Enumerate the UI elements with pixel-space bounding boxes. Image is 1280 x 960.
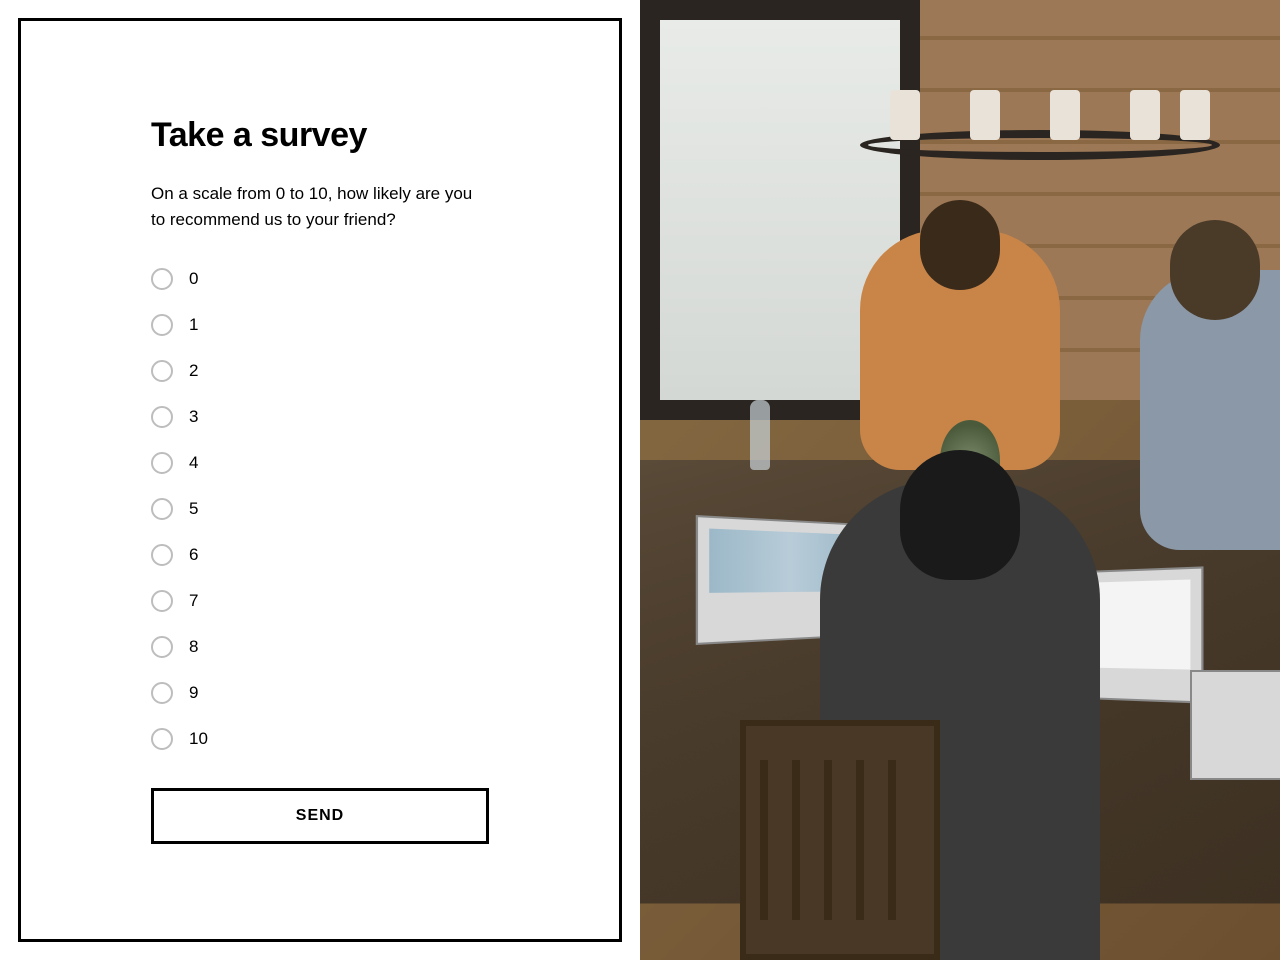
survey-question: On a scale from 0 to 10, how likely are … [151,181,489,234]
radio-label: 0 [189,269,198,289]
radio-option-8[interactable]: 8 [151,636,489,658]
radio-circle-icon [151,314,173,336]
radio-label: 2 [189,361,198,381]
radio-label: 5 [189,499,198,519]
radio-option-9[interactable]: 9 [151,682,489,704]
photo-scene [640,0,1280,960]
radio-option-5[interactable]: 5 [151,498,489,520]
radio-option-6[interactable]: 6 [151,544,489,566]
radio-circle-icon [151,544,173,566]
hero-image [640,0,1280,960]
survey-title: Take a survey [151,116,489,155]
radio-circle-icon [151,590,173,612]
radio-label: 8 [189,637,198,657]
radio-label: 6 [189,545,198,565]
radio-circle-icon [151,360,173,382]
radio-group: 0 1 2 3 4 5 6 [151,268,489,750]
radio-circle-icon [151,452,173,474]
radio-option-10[interactable]: 10 [151,728,489,750]
radio-label: 4 [189,453,198,473]
radio-label: 7 [189,591,198,611]
radio-circle-icon [151,682,173,704]
survey-card: Take a survey On a scale from 0 to 10, h… [18,18,622,942]
radio-label: 10 [189,729,208,749]
radio-circle-icon [151,728,173,750]
radio-label: 9 [189,683,198,703]
radio-label: 3 [189,407,198,427]
radio-option-1[interactable]: 1 [151,314,489,336]
radio-circle-icon [151,498,173,520]
survey-panel: Take a survey On a scale from 0 to 10, h… [0,0,640,960]
radio-circle-icon [151,636,173,658]
radio-circle-icon [151,268,173,290]
radio-option-3[interactable]: 3 [151,406,489,428]
send-button[interactable]: SEND [151,788,489,844]
radio-option-0[interactable]: 0 [151,268,489,290]
radio-option-2[interactable]: 2 [151,360,489,382]
radio-circle-icon [151,406,173,428]
radio-option-4[interactable]: 4 [151,452,489,474]
radio-label: 1 [189,315,198,335]
radio-option-7[interactable]: 7 [151,590,489,612]
